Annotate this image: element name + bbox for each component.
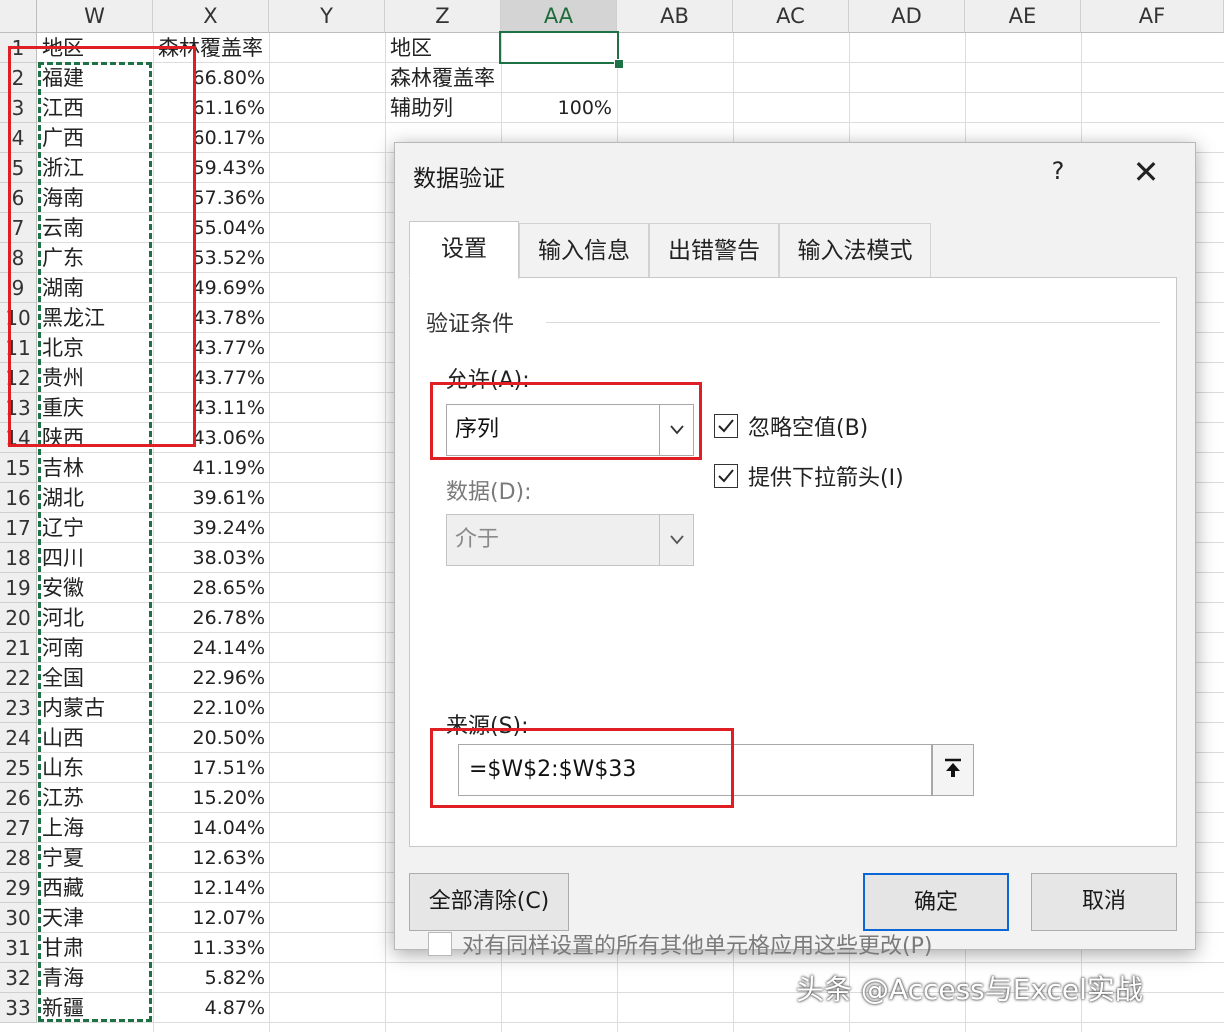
cell-z3[interactable]: 辅助列 (390, 93, 453, 123)
row-header[interactable]: 15 (0, 453, 37, 483)
data-select: 介于 (446, 514, 694, 566)
row-header[interactable]: 21 (0, 633, 37, 663)
row-header[interactable]: 27 (0, 813, 37, 843)
cell-z1[interactable]: 地区 (390, 33, 432, 63)
column-header-z[interactable]: Z (385, 0, 501, 33)
row-header[interactable]: 19 (0, 573, 37, 603)
watermark-text: 头条 @Access与Excel实战 (796, 973, 1143, 1006)
validation-criteria-label: 验证条件 (426, 312, 515, 337)
cell-x[interactable]: 22.10% (155, 693, 265, 723)
dropdown-arrow-checkbox[interactable] (714, 464, 738, 488)
select-all-corner[interactable] (0, 0, 37, 33)
row-header[interactable]: 30 (0, 903, 37, 933)
row-header[interactable]: 23 (0, 693, 37, 723)
column-header-ab[interactable]: AB (617, 0, 733, 33)
column-header-w[interactable]: W (37, 0, 153, 33)
cell-z2[interactable]: 森林覆盖率 (390, 63, 495, 93)
column-header-y[interactable]: Y (269, 0, 385, 33)
highlight-box-allow (430, 382, 702, 460)
dialog-title: 数据验证 (413, 166, 505, 192)
cancel-button[interactable]: 取消 (1031, 873, 1177, 931)
dropdown-arrow-label[interactable]: 提供下拉箭头(I) (748, 460, 904, 492)
cell-x[interactable]: 4.87% (155, 993, 265, 1023)
clear-all-button[interactable]: 全部清除(C) (409, 873, 569, 931)
cell-x[interactable]: 39.24% (155, 513, 265, 543)
data-validation-dialog[interactable]: 数据验证 ? ✕ 设置 输入信息 出错警告 输入法模式 验证条件 允许(A): … (394, 142, 1196, 959)
apply-all-checkbox[interactable] (428, 932, 452, 956)
collapse-arrow-icon (945, 758, 961, 777)
active-cell-aa1[interactable] (499, 31, 619, 64)
row-header[interactable]: 28 (0, 843, 37, 873)
row-header[interactable]: 18 (0, 543, 37, 573)
row-header[interactable]: 31 (0, 933, 37, 963)
row-header[interactable]: 25 (0, 753, 37, 783)
cell-x[interactable]: 22.96% (155, 663, 265, 693)
help-button[interactable]: ? (1043, 157, 1073, 185)
highlight-box-source (430, 728, 734, 808)
group-divider (546, 322, 1160, 323)
tab-input-message[interactable]: 输入信息 (519, 223, 649, 277)
column-header-ad[interactable]: AD (849, 0, 965, 33)
highlight-box-range (8, 46, 196, 447)
column-header-ac[interactable]: AC (733, 0, 849, 33)
row-header[interactable]: 26 (0, 783, 37, 813)
row-header[interactable]: 24 (0, 723, 37, 753)
tab-error-alert[interactable]: 出错警告 (649, 223, 779, 277)
cell-x[interactable]: 39.61% (155, 483, 265, 513)
ignore-blank-checkbox[interactable] (714, 414, 738, 438)
column-header-ae[interactable]: AE (965, 0, 1081, 33)
tab-settings[interactable]: 设置 (409, 221, 519, 279)
cell-x[interactable]: 12.63% (155, 843, 265, 873)
row-header[interactable]: 29 (0, 873, 37, 903)
ok-button[interactable]: 确定 (863, 873, 1009, 931)
fill-handle[interactable] (614, 59, 624, 69)
column-header-x[interactable]: X (153, 0, 269, 33)
row-header[interactable]: 32 (0, 963, 37, 993)
data-label: 数据(D): (446, 480, 532, 505)
cell-x[interactable]: 26.78% (155, 603, 265, 633)
cell-x[interactable]: 17.51% (155, 753, 265, 783)
cell-x[interactable]: 5.82% (155, 963, 265, 993)
row-header[interactable]: 16 (0, 483, 37, 513)
cell-x[interactable]: 12.07% (155, 903, 265, 933)
cell-x[interactable]: 20.50% (155, 723, 265, 753)
data-select-value: 介于 (455, 527, 500, 552)
settings-panel: 验证条件 允许(A): 序列 忽略空值(B) 提供下拉箭头(I) 数据(D): … (409, 277, 1177, 959)
cell-x[interactable]: 15.20% (155, 783, 265, 813)
collapse-range-button[interactable] (932, 744, 974, 796)
tab-ime-mode[interactable]: 输入法模式 (779, 223, 931, 277)
row-header[interactable]: 20 (0, 603, 37, 633)
cell-x[interactable]: 38.03% (155, 543, 265, 573)
cell-x[interactable]: 41.19% (155, 453, 265, 483)
column-header-aa[interactable]: AA (501, 0, 617, 33)
cell-x[interactable]: 12.14% (155, 873, 265, 903)
row-header[interactable]: 17 (0, 513, 37, 543)
cell-aa3[interactable]: 100% (500, 93, 612, 123)
row-header[interactable]: 22 (0, 663, 37, 693)
cell-x[interactable]: 14.04% (155, 813, 265, 843)
column-header-af[interactable]: AF (1081, 0, 1224, 33)
cell-x[interactable]: 11.33% (155, 933, 265, 963)
close-button[interactable]: ✕ (1131, 153, 1161, 191)
ignore-blank-label[interactable]: 忽略空值(B) (748, 410, 868, 442)
apply-all-label[interactable]: 对有同样设置的所有其他单元格应用这些更改(P) (462, 928, 932, 960)
row-header[interactable]: 33 (0, 993, 37, 1023)
cell-x[interactable]: 28.65% (155, 573, 265, 603)
cell-x[interactable]: 24.14% (155, 633, 265, 663)
chevron-down-icon (659, 515, 693, 565)
